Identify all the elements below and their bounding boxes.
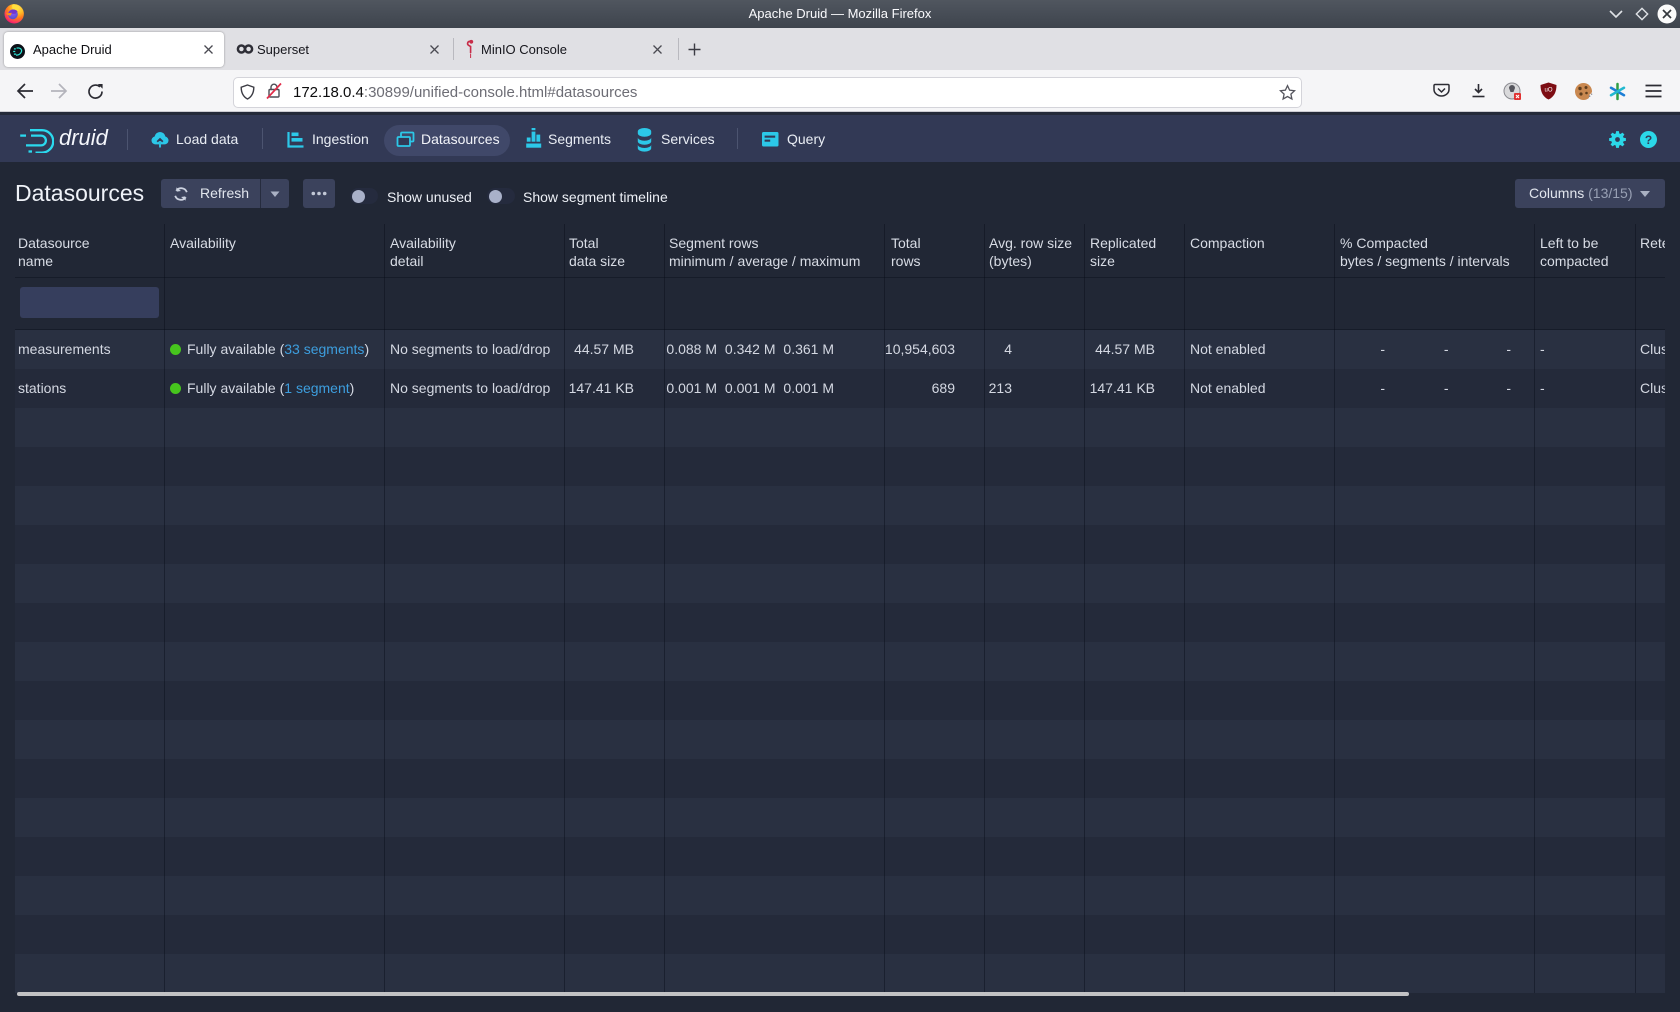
svg-text:uO: uO: [1544, 88, 1552, 94]
svg-text:?: ?: [1645, 133, 1652, 147]
